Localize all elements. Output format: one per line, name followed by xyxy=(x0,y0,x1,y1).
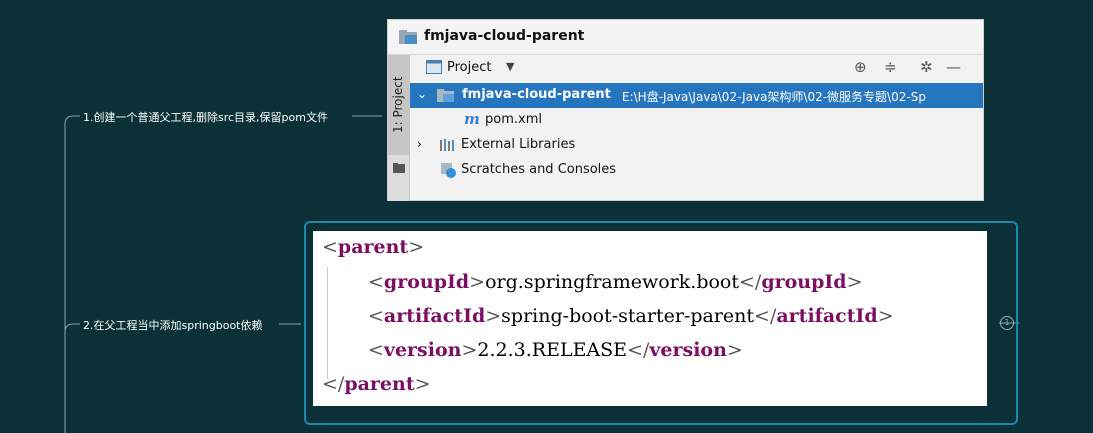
locate-icon[interactable]: ⊕ xyxy=(854,58,867,76)
ide-titlebar: fmjava-cloud-parent xyxy=(388,20,983,55)
module-folder-icon xyxy=(437,89,454,102)
collapse-all-icon[interactable]: ≑ xyxy=(884,58,897,76)
xml-value: 2.2.3.RELEASE xyxy=(477,339,628,361)
project-view-selector[interactable]: Project xyxy=(447,60,491,75)
maven-file-icon: m xyxy=(464,110,480,128)
chevron-down-icon[interactable]: ⌄ xyxy=(417,87,427,101)
tree-item-pom[interactable]: m pom.xml xyxy=(410,108,983,133)
xml-tag: version xyxy=(383,339,462,361)
ide-window-title: fmjava-cloud-parent xyxy=(424,28,585,44)
minimize-icon[interactable]: — xyxy=(946,58,961,76)
ide-side-bar: 1: Project xyxy=(388,55,410,201)
indent-guide xyxy=(327,267,328,379)
xml-tag: version xyxy=(649,339,727,361)
xml-tag: groupId xyxy=(761,271,847,293)
code-line-version: <version>2.2.3.RELEASE</version> xyxy=(368,339,743,361)
project-side-tab[interactable]: 1: Project xyxy=(388,55,410,155)
branch-line-1 xyxy=(64,115,80,433)
project-side-tab-label: 1: Project xyxy=(391,76,405,133)
tree-root-path: E:\H盘-Java\Java\02-Java架构师\02-微服务专题\02-S… xyxy=(622,90,926,104)
project-view-icon xyxy=(426,60,442,74)
xml-tag: artifactId xyxy=(383,305,486,327)
libraries-icon xyxy=(440,139,454,151)
scratches-icon xyxy=(441,163,456,178)
step-1-label[interactable]: 1.创建一个普通父工程,删除src目录,保留pom文件 xyxy=(83,109,328,125)
xml-tag: groupId xyxy=(383,271,470,293)
tree-libraries-label: External Libraries xyxy=(461,137,576,152)
code-line-artifactid: <artifactId>spring-boot-starter-parent</… xyxy=(368,305,894,327)
chevron-down-icon[interactable]: ▼ xyxy=(506,60,514,73)
tree-item-libraries[interactable]: › External Libraries xyxy=(410,133,983,158)
ide-screenshot: fmjava-cloud-parent 1: Project Project ▼… xyxy=(387,19,984,201)
chevron-right-icon[interactable]: › xyxy=(417,137,422,151)
xml-value: org.springframework.boot xyxy=(485,271,740,293)
tree-file-label: pom.xml xyxy=(485,112,542,127)
folder-icon xyxy=(393,163,405,173)
xml-tag: parent xyxy=(344,373,415,395)
tree-scratches-label: Scratches and Consoles xyxy=(461,162,617,177)
xml-tag: artifactId xyxy=(776,305,878,327)
code-line-groupid: <groupId>org.springframework.boot</group… xyxy=(368,271,863,293)
project-folder-icon xyxy=(399,30,417,44)
gear-icon[interactable]: ✲ xyxy=(920,58,933,76)
tree-root-label: fmjava-cloud-parent xyxy=(462,87,611,102)
tree-item-root[interactable]: ⌄ fmjava-cloud-parent E:\H盘-Java\Java\02… xyxy=(410,83,983,108)
branch-line-2 xyxy=(64,323,80,333)
project-toolbar: Project ▼ ⊕ ≑ ✲ — xyxy=(410,55,983,81)
xml-code-block: <parent> <groupId>org.springframework.bo… xyxy=(313,231,987,406)
code-line-parent-close: </parent> xyxy=(322,373,431,395)
code-line-parent-open: <parent> xyxy=(322,236,425,258)
xml-tag: parent xyxy=(337,236,409,258)
collapse-toggle-button[interactable]: 1 xyxy=(1000,316,1014,330)
step-2-label[interactable]: 2.在父工程当中添加springboot依赖 xyxy=(83,317,263,333)
xml-value: spring-boot-starter-parent xyxy=(501,305,755,327)
tree-item-scratches[interactable]: Scratches and Consoles xyxy=(410,158,983,183)
